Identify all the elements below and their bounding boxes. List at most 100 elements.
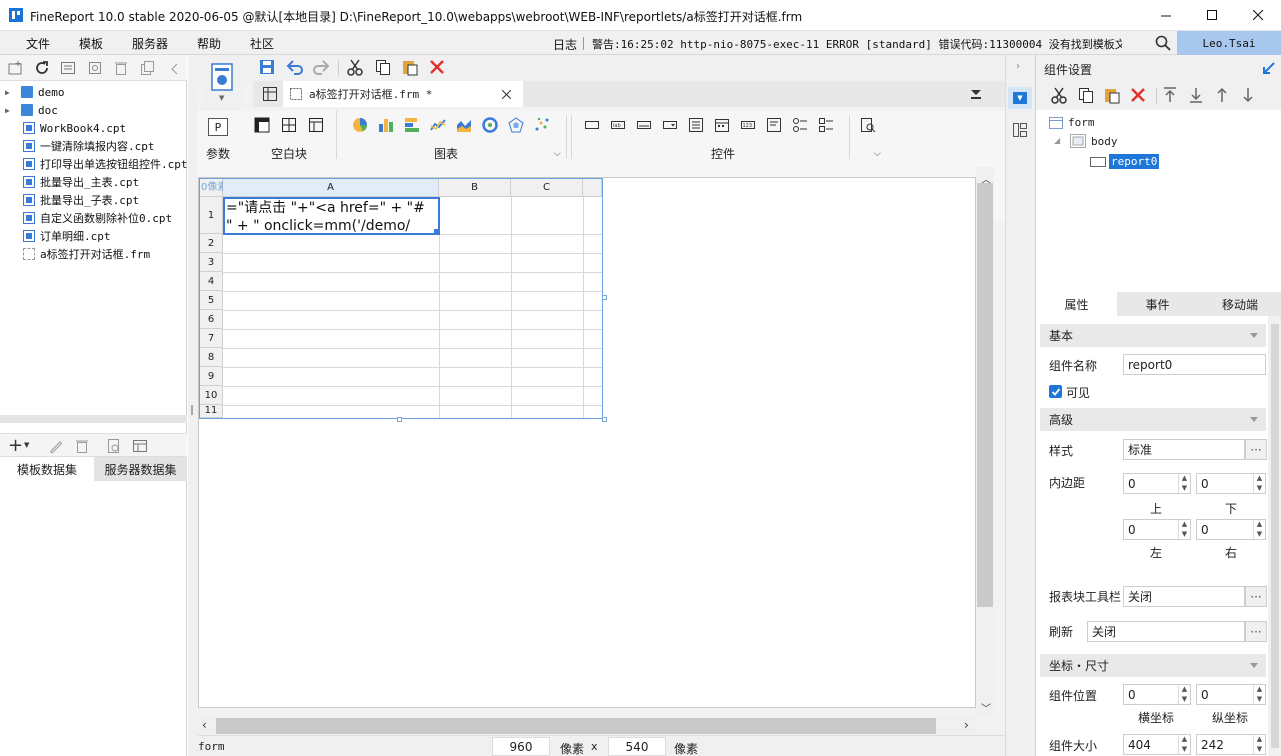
refresh-more-button[interactable]: ··· — [1245, 621, 1267, 642]
canvas-height-input[interactable]: 540 — [608, 737, 666, 756]
tree-item-file[interactable]: a标签打开对话框.frm — [0, 245, 187, 263]
horizontal-scrollbar[interactable] — [0, 415, 187, 423]
dropdown-icon[interactable] — [662, 117, 678, 133]
tree-node-body[interactable]: body — [1070, 134, 1118, 148]
delete-icon[interactable] — [74, 438, 90, 454]
splitter[interactable] — [188, 55, 198, 756]
tree-item-file[interactable]: WorkBook4.cpt — [0, 119, 187, 137]
row-header[interactable]: 4 — [200, 272, 223, 291]
cut-icon[interactable] — [1050, 86, 1068, 104]
position-y-input[interactable]: 0 ▲ ▼ — [1196, 684, 1266, 705]
size-height-input[interactable]: 242 ▲ ▼ — [1196, 734, 1266, 755]
area-chart-icon[interactable] — [456, 117, 472, 133]
column-header[interactable]: B — [439, 179, 511, 197]
row-header[interactable]: 10 — [200, 386, 223, 405]
paste-icon[interactable] — [1103, 86, 1121, 104]
cut-icon[interactable] — [346, 58, 364, 76]
copy-icon[interactable] — [374, 58, 392, 76]
tree-node-report[interactable]: report0 — [1090, 154, 1160, 169]
canvas-width-input[interactable]: 960 — [492, 737, 550, 756]
column-header[interactable]: C — [511, 179, 583, 197]
new-folder-icon[interactable] — [8, 60, 24, 76]
button-icon[interactable] — [636, 117, 652, 133]
radar-chart-icon[interactable] — [508, 117, 524, 133]
dataset-icon[interactable] — [132, 438, 148, 454]
menu-template[interactable]: 模板 — [79, 35, 103, 52]
row-header[interactable]: 2 — [200, 234, 223, 253]
move-bottom-icon[interactable] — [1188, 86, 1204, 104]
row-header[interactable]: 6 — [200, 310, 223, 329]
pin-icon[interactable] — [1262, 61, 1276, 75]
report-block[interactable]: 0像素 A B C 1 2 3 4 5 6 7 8 9 10 11 ="请点击 … — [199, 178, 603, 419]
position-x-input[interactable]: 0 ▲ ▼ — [1123, 684, 1191, 705]
label-icon[interactable]: lab — [610, 117, 626, 133]
tab-active-template[interactable]: a标签打开对话框.frm * — [283, 81, 523, 107]
tree-item-file[interactable]: 自定义函数剔除补位0.cpt — [0, 209, 187, 227]
pie-chart-icon[interactable] — [352, 117, 368, 133]
tab-properties[interactable]: 属性 — [1036, 292, 1117, 316]
chevron-down-icon[interactable]: ⌵ — [554, 149, 561, 159]
chevron-down-icon[interactable]: ◢ — [1054, 136, 1060, 145]
layout-icon[interactable] — [1012, 122, 1028, 138]
refresh-input[interactable]: 关闭 — [1087, 621, 1245, 642]
paste-icon[interactable] — [401, 58, 419, 76]
row-header[interactable]: 3 — [200, 253, 223, 272]
move-up-icon[interactable] — [1214, 86, 1230, 104]
size-width-input[interactable]: 404 ▲ ▼ — [1123, 734, 1191, 755]
scroll-thumb[interactable] — [1271, 324, 1279, 748]
vertical-scrollbar[interactable]: ︿ ﹀ — [976, 167, 994, 717]
grid-icon[interactable] — [262, 86, 278, 102]
close-window-button[interactable] — [1235, 0, 1281, 31]
redo-icon[interactable] — [312, 58, 330, 76]
cell-a1[interactable]: ="请点击 "+"<a href=" + "# " + " onclick=mm… — [223, 197, 440, 235]
template-type-button[interactable]: ▼ — [202, 59, 242, 111]
checkbox-group-icon[interactable] — [818, 117, 834, 133]
style-more-button[interactable]: ··· — [1245, 439, 1267, 460]
tree-item-file[interactable]: 打印导出单选按钮组控件.cpt — [0, 155, 187, 173]
scroll-thumb[interactable] — [977, 183, 993, 607]
tree-item-file[interactable]: 一键清除填报内容.cpt — [0, 137, 187, 155]
property-scrollbar[interactable] — [1268, 316, 1281, 756]
user-account[interactable]: Leo.Tsai — [1177, 31, 1281, 55]
column-header[interactable]: A — [223, 179, 439, 197]
row-header[interactable]: 5 — [200, 291, 223, 310]
collapse-left-icon[interactable] — [171, 64, 179, 74]
tab-list-icon[interactable] — [969, 87, 983, 101]
chevron-down-icon[interactable]: ﹀ — [981, 700, 991, 715]
log-button[interactable]: 日志 — [553, 36, 577, 53]
edit-icon[interactable] — [48, 438, 64, 454]
tab-template-dataset[interactable]: 模板数据集 — [0, 457, 94, 481]
tree-item-file[interactable]: 批量导出_子表.cpt — [0, 191, 187, 209]
search-icon[interactable] — [1155, 35, 1171, 51]
list-widget-icon[interactable] — [688, 117, 704, 133]
report-toolbar-input[interactable]: 关闭 — [1123, 586, 1245, 607]
save-icon[interactable] — [258, 58, 276, 76]
menu-help[interactable]: 帮助 — [197, 35, 221, 52]
widget-name-input[interactable]: report0 — [1123, 354, 1266, 375]
padding-left-input[interactable]: 0 ▲ ▼ — [1123, 519, 1191, 540]
padding-bottom-input[interactable]: 0 ▲ ▼ — [1196, 473, 1266, 494]
row-header[interactable]: 7 — [200, 329, 223, 348]
visible-checkbox[interactable] — [1049, 385, 1062, 398]
scatter-chart-icon[interactable] — [534, 117, 550, 133]
preview-icon[interactable] — [106, 438, 122, 454]
refresh-icon[interactable] — [34, 60, 50, 76]
horizontal-scrollbar[interactable]: ‹ › — [198, 717, 976, 735]
delete-icon[interactable] — [1129, 86, 1147, 104]
tab-server-dataset[interactable]: 服务器数据集 — [94, 457, 187, 481]
tab-mobile[interactable]: 移动端 — [1198, 292, 1281, 316]
section-coord-size[interactable]: 坐标・尺寸 — [1040, 654, 1266, 677]
line-chart-icon[interactable] — [430, 117, 446, 133]
section-advanced[interactable]: 高级 — [1040, 408, 1266, 431]
add-icon[interactable]: + — [8, 435, 23, 456]
open-icon[interactable] — [60, 60, 76, 76]
bar-chart-icon[interactable] — [378, 117, 394, 133]
number-icon[interactable]: 123 — [740, 117, 756, 133]
text-field-icon[interactable] — [584, 117, 600, 133]
absolute-layout-icon[interactable] — [254, 117, 270, 133]
tree-item-folder[interactable]: ▶ doc — [0, 101, 187, 119]
chevron-right-icon[interactable]: › — [1016, 61, 1020, 72]
chevron-down-icon[interactable]: ▼ — [24, 441, 29, 449]
copy-icon[interactable] — [1077, 86, 1095, 104]
tree-node-form[interactable]: form — [1049, 116, 1095, 129]
